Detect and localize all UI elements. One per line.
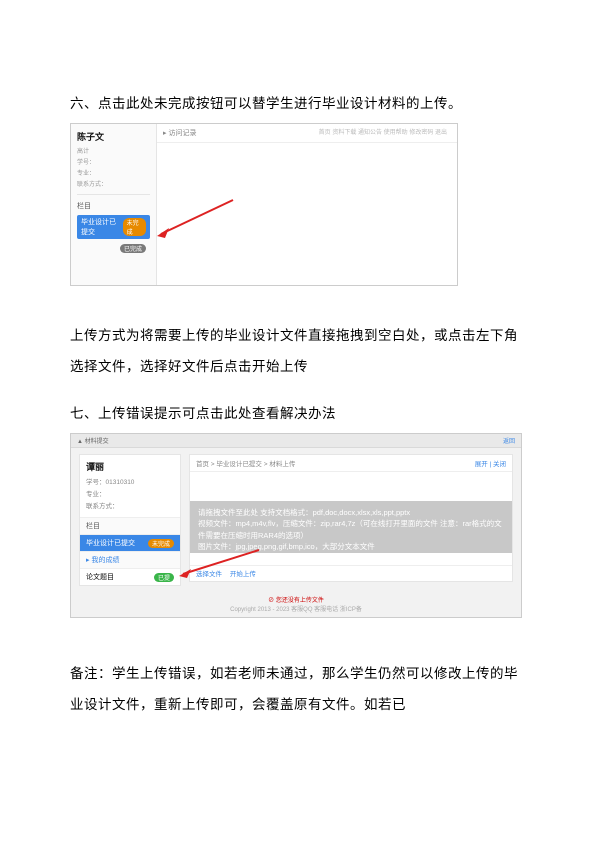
start-upload-link[interactable]: 开始上传 bbox=[230, 571, 256, 578]
panel-actions[interactable]: 展开 | 关闭 bbox=[475, 458, 506, 468]
sidebar-item-grades[interactable]: ▸ 我的成绩 bbox=[80, 551, 180, 569]
status-pill-unfinished: 未完成 bbox=[148, 539, 174, 548]
shot2-sidebar: 谭丽 学号：01310310 专业： 联系方式： 栏目 毕业设计已提交 未完成 … bbox=[79, 454, 181, 586]
paragraph-upload-note: 上传方式为将需要上传的毕业设计文件直接拖拽到空白处，或点击左下角选择文件，选择好… bbox=[70, 320, 525, 382]
shot2-panel: 首页 > 毕业设计已提交 > 材料上传 展开 | 关闭 请拖拽文件至此处 支持文… bbox=[189, 454, 513, 582]
drop-line3: 图片文件：jpg,jpeg,png,gif,bmp,ico，大部分文本文件 bbox=[198, 541, 504, 552]
drop-zone[interactable]: 请拖拽文件至此处 支持文档格式：pdf,doc,docx,xlsx,xls,pp… bbox=[190, 501, 512, 553]
sidebar-item-label: 毕业设计已提交 bbox=[81, 217, 123, 237]
status-pill-done: 已提 bbox=[154, 573, 174, 582]
topnav-right: 返回 bbox=[499, 436, 515, 445]
panel-breadcrumb: 首页 > 毕业设计已提交 > 材料上传 展开 | 关闭 bbox=[190, 455, 512, 472]
student-name: 陈子文 bbox=[77, 130, 150, 143]
section-label: 栏目 bbox=[77, 201, 150, 211]
student-info: 谭丽 学号：01310310 专业： 联系方式： bbox=[80, 455, 180, 517]
sidebar-item-finished[interactable]: 已完成 bbox=[77, 242, 150, 255]
sidebar-item-label: 毕业设计已提交 bbox=[86, 538, 135, 548]
footer-copyright: ⊘ 您还没有上传文件 Copyright 2013 - 2023 客服QQ 客服… bbox=[71, 595, 521, 613]
paragraph-remark: 备注：学生上传错误，如若老师未通过，那么学生仍然可以修改上传的毕业设计文件，重新… bbox=[70, 658, 525, 720]
upload-warning: ⊘ 您还没有上传文件 bbox=[71, 595, 521, 604]
student-sub3: 联系方式： bbox=[86, 500, 174, 510]
student-sub1: 学号：01310310 bbox=[86, 476, 174, 486]
panel-footer: 选择文件 开始上传 bbox=[190, 565, 512, 581]
sidebar-item-submitted[interactable]: 毕业设计已提交 未完成 bbox=[80, 535, 180, 551]
screenshot-2: ▲ 材料提交 返回 谭丽 学号：01310310 专业： 联系方式： 栏目 毕业… bbox=[70, 433, 522, 618]
sidebar-item-unfinished[interactable]: 毕业设计已提交 未完成 bbox=[77, 215, 150, 239]
copyright-text: Copyright 2013 - 2023 客服QQ 客服电话 浙ICP备 bbox=[71, 604, 521, 613]
shot2-topnav: ▲ 材料提交 返回 bbox=[71, 434, 521, 448]
divider bbox=[77, 194, 150, 195]
student-sub1: 高计 bbox=[77, 146, 150, 155]
sidebar-item-thesis[interactable]: 论文题目 已提 bbox=[80, 569, 180, 585]
drop-line2: 视频文件：mp4,m4v,flv，压缩文件：zip,rar4,7z（可在线打开里… bbox=[198, 518, 504, 541]
topnav-return[interactable]: 返回 bbox=[503, 439, 515, 445]
section-caption: 栏目 bbox=[80, 517, 180, 535]
status-pill-unfinished: 未完成 bbox=[123, 218, 146, 236]
shot1-sidebar: 陈子文 高计 学号： 专业： 联系方式： 栏目 毕业设计已提交 未完成 已完成 bbox=[71, 124, 157, 285]
student-sub3: 专业： bbox=[77, 168, 150, 177]
drop-line1: 请拖拽文件至此处 支持文档格式：pdf,doc,docx,xlsx,xls,pp… bbox=[198, 507, 504, 518]
screenshot-1: 陈子文 高计 学号： 专业： 联系方式： 栏目 毕业设计已提交 未完成 已完成 … bbox=[70, 123, 458, 286]
heading-seven: 七、上传错误提示可点击此处查看解决办法 bbox=[70, 400, 525, 427]
student-sub4: 联系方式： bbox=[77, 179, 150, 188]
shot1-main: ▸ 访问记录 bbox=[157, 124, 457, 285]
select-file-link[interactable]: 选择文件 bbox=[196, 571, 222, 578]
topnav-left: ▲ 材料提交 bbox=[77, 436, 109, 445]
sidebar-item-label: 论文题目 bbox=[86, 572, 114, 582]
student-name: 谭丽 bbox=[86, 460, 174, 473]
student-sub2: 学号： bbox=[77, 157, 150, 166]
topnav-links[interactable]: 首页 资料下载 通知公告 使用帮助 修改密码 退出 bbox=[319, 130, 447, 136]
shot1-topnav: 首页 资料下载 通知公告 使用帮助 修改密码 退出 bbox=[319, 127, 451, 136]
status-pill-finished: 已完成 bbox=[120, 244, 146, 253]
student-sub2: 专业： bbox=[86, 488, 174, 498]
breadcrumb-text: 首页 > 毕业设计已提交 > 材料上传 bbox=[196, 458, 295, 468]
heading-six: 六、点击此处未完成按钮可以替学生进行毕业设计材料的上传。 bbox=[70, 90, 525, 117]
